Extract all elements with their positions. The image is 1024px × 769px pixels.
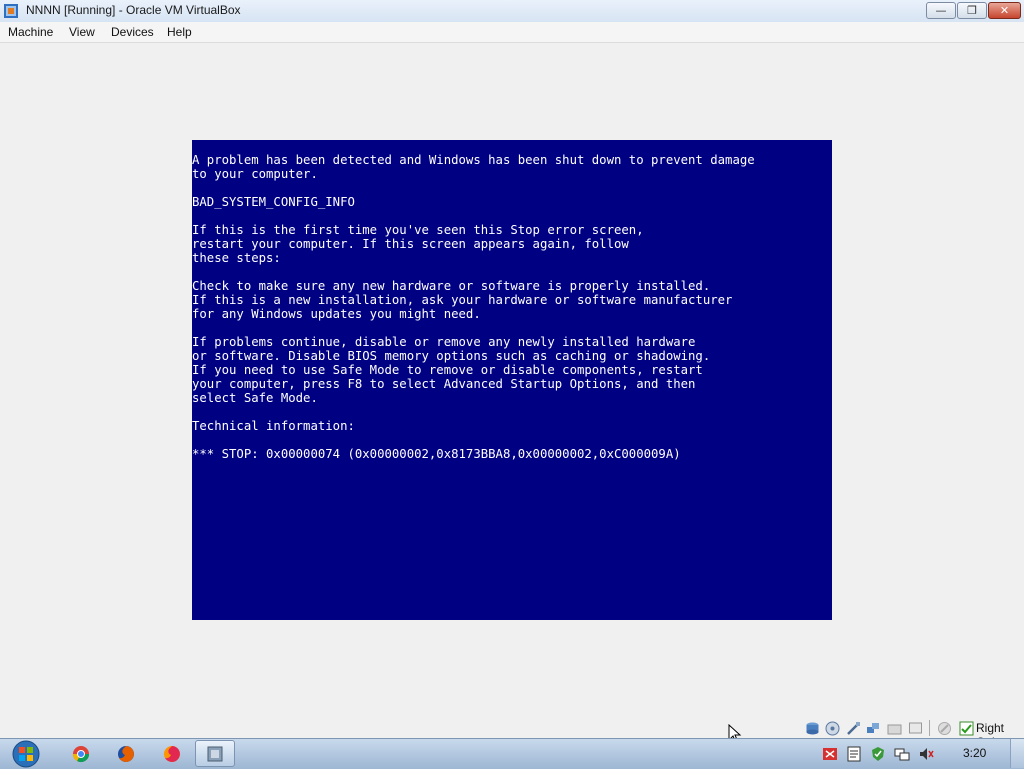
volume-mute-icon[interactable] — [918, 746, 934, 762]
network-icon[interactable] — [866, 721, 881, 736]
close-button[interactable]: ✕ — [988, 2, 1021, 19]
taskbar-virtualbox-button[interactable] — [195, 740, 235, 767]
menu-bar: Machine View Devices Help — [0, 22, 1024, 43]
virtualbox-icon — [207, 746, 223, 761]
bsod-line: *** STOP: 0x00000074 (0x00000002,0x8173B… — [192, 447, 681, 461]
start-button-icon[interactable] — [8, 740, 44, 768]
bsod-line: restart your computer. If this screen ap… — [192, 237, 629, 251]
taskbar-firefox-alt-button[interactable] — [152, 740, 192, 767]
taskbar-firefox-button[interactable] — [106, 740, 146, 767]
notes-icon[interactable] — [846, 746, 862, 762]
bsod-line: select Safe Mode. — [192, 391, 318, 405]
virtualbox-app-icon — [4, 4, 18, 18]
minimize-button[interactable]: — — [926, 2, 956, 19]
display-icon[interactable] — [908, 721, 923, 736]
recording-icon[interactable] — [937, 721, 952, 736]
status-separator — [929, 720, 930, 736]
bsod-line: A problem has been detected and Windows … — [192, 153, 755, 167]
taskbar-chrome-button[interactable] — [61, 740, 101, 767]
bsod-line: or software. Disable BIOS memory options… — [192, 349, 711, 363]
bsod-line: Technical information: — [192, 419, 355, 433]
menu-help[interactable]: Help — [167, 25, 192, 39]
firefox-icon — [118, 745, 134, 762]
hard-disk-icon[interactable] — [805, 721, 820, 736]
taskbar-clock[interactable]: 3:20 — [963, 746, 986, 760]
maximize-button[interactable]: ❐ — [957, 2, 987, 19]
bsod-line: these steps: — [192, 251, 281, 265]
usb-icon[interactable] — [846, 721, 861, 736]
bsod-line: to your computer. — [192, 167, 318, 181]
shared-folders-icon[interactable] — [887, 721, 902, 736]
bsod-line: Check to make sure any new hardware or s… — [192, 279, 711, 293]
window-title: NNNN [Running] - Oracle VM VirtualBox — [26, 3, 241, 17]
menu-devices[interactable]: Devices — [111, 25, 154, 39]
bsod-line: If this is a new installation, ask your … — [192, 293, 733, 307]
bsod-line: If you need to use Safe Mode to remove o… — [192, 363, 703, 377]
flag-icon[interactable] — [822, 746, 838, 762]
bsod-line: If this is the first time you've seen th… — [192, 223, 644, 237]
chrome-icon — [72, 745, 90, 762]
show-desktop-button[interactable] — [1010, 739, 1024, 768]
window-titlebar[interactable]: NNNN [Running] - Oracle VM VirtualBox — … — [0, 0, 1024, 23]
bsod-line: If problems continue, disable or remove … — [192, 335, 696, 349]
optical-drive-icon[interactable] — [825, 721, 840, 736]
bsod-line: BAD_SYSTEM_CONFIG_INFO — [192, 195, 355, 209]
menu-view[interactable]: View — [69, 25, 95, 39]
menu-machine[interactable]: Machine — [8, 25, 53, 39]
blue-screen-of-death[interactable]: A problem has been detected and Windows … — [192, 140, 832, 620]
firefox-alt-icon — [164, 745, 180, 762]
security-shield-icon[interactable] — [870, 746, 886, 762]
network-tray-icon[interactable] — [894, 746, 910, 762]
mouse-integration-icon[interactable] — [959, 721, 974, 736]
bsod-line: your computer, press F8 to select Advanc… — [192, 377, 696, 391]
bsod-line: for any Windows updates you might need. — [192, 307, 481, 321]
